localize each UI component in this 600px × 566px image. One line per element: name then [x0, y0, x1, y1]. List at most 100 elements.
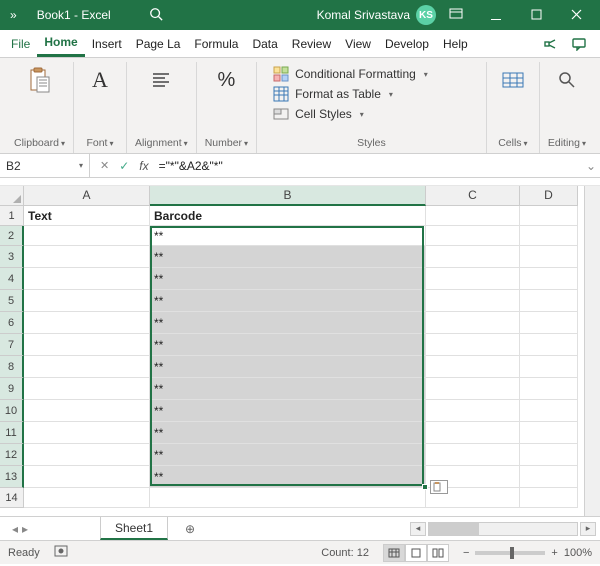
cell-B5[interactable]: ** — [150, 290, 426, 312]
tab-formulas[interactable]: Formula — [187, 30, 245, 57]
row-header-10[interactable]: 10 — [0, 400, 24, 422]
row-header-1[interactable]: 1 — [0, 206, 24, 226]
horizontal-scrollbar[interactable] — [428, 522, 578, 536]
cell-C10[interactable] — [426, 400, 520, 422]
chevron-down-icon[interactable]: ▾ — [524, 139, 528, 148]
tab-file[interactable]: File — [4, 30, 37, 57]
paste-button[interactable] — [21, 64, 57, 96]
cell-B13[interactable]: ** — [150, 466, 426, 488]
cell-A8[interactable] — [24, 356, 150, 378]
cell-A14[interactable] — [24, 488, 150, 508]
cell-D12[interactable] — [520, 444, 578, 466]
page-break-view-button[interactable] — [427, 544, 449, 562]
editing-button[interactable] — [549, 64, 585, 96]
expand-formula-bar[interactable]: ⌄ — [582, 159, 600, 173]
cell-D3[interactable] — [520, 246, 578, 268]
cell-C3[interactable] — [426, 246, 520, 268]
cell-D13[interactable] — [520, 466, 578, 488]
page-layout-view-button[interactable] — [405, 544, 427, 562]
row-header-11[interactable]: 11 — [0, 422, 24, 444]
column-header-B[interactable]: B — [150, 186, 426, 206]
cell-A4[interactable] — [24, 268, 150, 290]
cell-B2[interactable]: ** — [150, 226, 426, 246]
row-header-6[interactable]: 6 — [0, 312, 24, 334]
cell-C5[interactable] — [426, 290, 520, 312]
cell-B8[interactable]: ** — [150, 356, 426, 378]
ribbon-display-options[interactable] — [436, 8, 476, 23]
cell-A13[interactable] — [24, 466, 150, 488]
chevron-down-icon[interactable]: ▾ — [244, 139, 248, 148]
search-icon[interactable] — [149, 7, 163, 24]
chevron-down-icon[interactable]: ▾ — [61, 139, 65, 148]
chevron-down-icon[interactable]: ▾ — [582, 139, 586, 148]
cell-D8[interactable] — [520, 356, 578, 378]
tab-developer[interactable]: Develop — [378, 30, 436, 57]
cell-A6[interactable] — [24, 312, 150, 334]
chevron-down-icon[interactable]: ▾ — [184, 139, 188, 148]
cell-C4[interactable] — [426, 268, 520, 290]
font-button[interactable]: A — [82, 64, 118, 96]
cell-D9[interactable] — [520, 378, 578, 400]
cell-B11[interactable]: ** — [150, 422, 426, 444]
cell-A10[interactable] — [24, 400, 150, 422]
cell-C2[interactable] — [426, 226, 520, 246]
cell-B4[interactable]: ** — [150, 268, 426, 290]
cell-C8[interactable] — [426, 356, 520, 378]
cell-B9[interactable]: ** — [150, 378, 426, 400]
cancel-formula-icon[interactable]: ✕ — [100, 159, 109, 172]
cell-A7[interactable] — [24, 334, 150, 356]
cell-D14[interactable] — [520, 488, 578, 508]
number-button[interactable]: % — [208, 64, 244, 96]
cell-A3[interactable] — [24, 246, 150, 268]
vertical-scrollbar[interactable] — [584, 186, 600, 516]
maximize-button[interactable] — [516, 8, 556, 23]
cell-B3[interactable]: ** — [150, 246, 426, 268]
select-all-triangle[interactable] — [0, 186, 24, 206]
cell-D5[interactable] — [520, 290, 578, 312]
cell-C6[interactable] — [426, 312, 520, 334]
cell-A12[interactable] — [24, 444, 150, 466]
cell-C7[interactable] — [426, 334, 520, 356]
share-button[interactable] — [540, 33, 562, 55]
row-header-7[interactable]: 7 — [0, 334, 24, 356]
column-header-D[interactable]: D — [520, 186, 578, 206]
cell-A9[interactable] — [24, 378, 150, 400]
cell-C12[interactable] — [426, 444, 520, 466]
cell-A1[interactable]: Text — [24, 206, 150, 226]
cell-B6[interactable]: ** — [150, 312, 426, 334]
chevron-down-icon[interactable]: ▾ — [109, 139, 113, 148]
row-header-14[interactable]: 14 — [0, 488, 24, 508]
cell-B1[interactable]: Barcode — [150, 206, 426, 226]
tab-insert[interactable]: Insert — [85, 30, 129, 57]
cell-B10[interactable]: ** — [150, 400, 426, 422]
comments-button[interactable] — [568, 33, 590, 55]
cells-button[interactable] — [495, 64, 531, 96]
formula-bar[interactable]: ="*"&A2&"*" — [159, 159, 223, 173]
cell-C1[interactable] — [426, 206, 520, 226]
tab-page-layout[interactable]: Page La — [129, 30, 188, 57]
close-button[interactable] — [556, 8, 596, 23]
cell-A11[interactable] — [24, 422, 150, 444]
alignment-button[interactable] — [143, 64, 179, 96]
column-header-C[interactable]: C — [426, 186, 520, 206]
hscroll-right[interactable]: ▸ — [580, 522, 596, 536]
cell-C9[interactable] — [426, 378, 520, 400]
sheet-tab-active[interactable]: Sheet1 — [100, 517, 168, 540]
row-header-3[interactable]: 3 — [0, 246, 24, 268]
row-header-9[interactable]: 9 — [0, 378, 24, 400]
zoom-slider[interactable] — [475, 551, 545, 555]
cell-B7[interactable]: ** — [150, 334, 426, 356]
cell-D11[interactable] — [520, 422, 578, 444]
hscroll-left[interactable]: ◂ — [410, 522, 426, 536]
cell-D6[interactable] — [520, 312, 578, 334]
row-header-8[interactable]: 8 — [0, 356, 24, 378]
zoom-in-button[interactable]: + — [551, 547, 557, 559]
sheet-nav[interactable]: ◂▸ — [0, 522, 40, 536]
zoom-control[interactable]: − + 100% — [463, 547, 592, 559]
macro-record-icon[interactable] — [54, 544, 68, 561]
user-account[interactable]: Komal Srivastava KS — [317, 5, 436, 25]
cell-D10[interactable] — [520, 400, 578, 422]
normal-view-button[interactable] — [383, 544, 405, 562]
zoom-out-button[interactable]: − — [463, 547, 469, 559]
row-header-5[interactable]: 5 — [0, 290, 24, 312]
